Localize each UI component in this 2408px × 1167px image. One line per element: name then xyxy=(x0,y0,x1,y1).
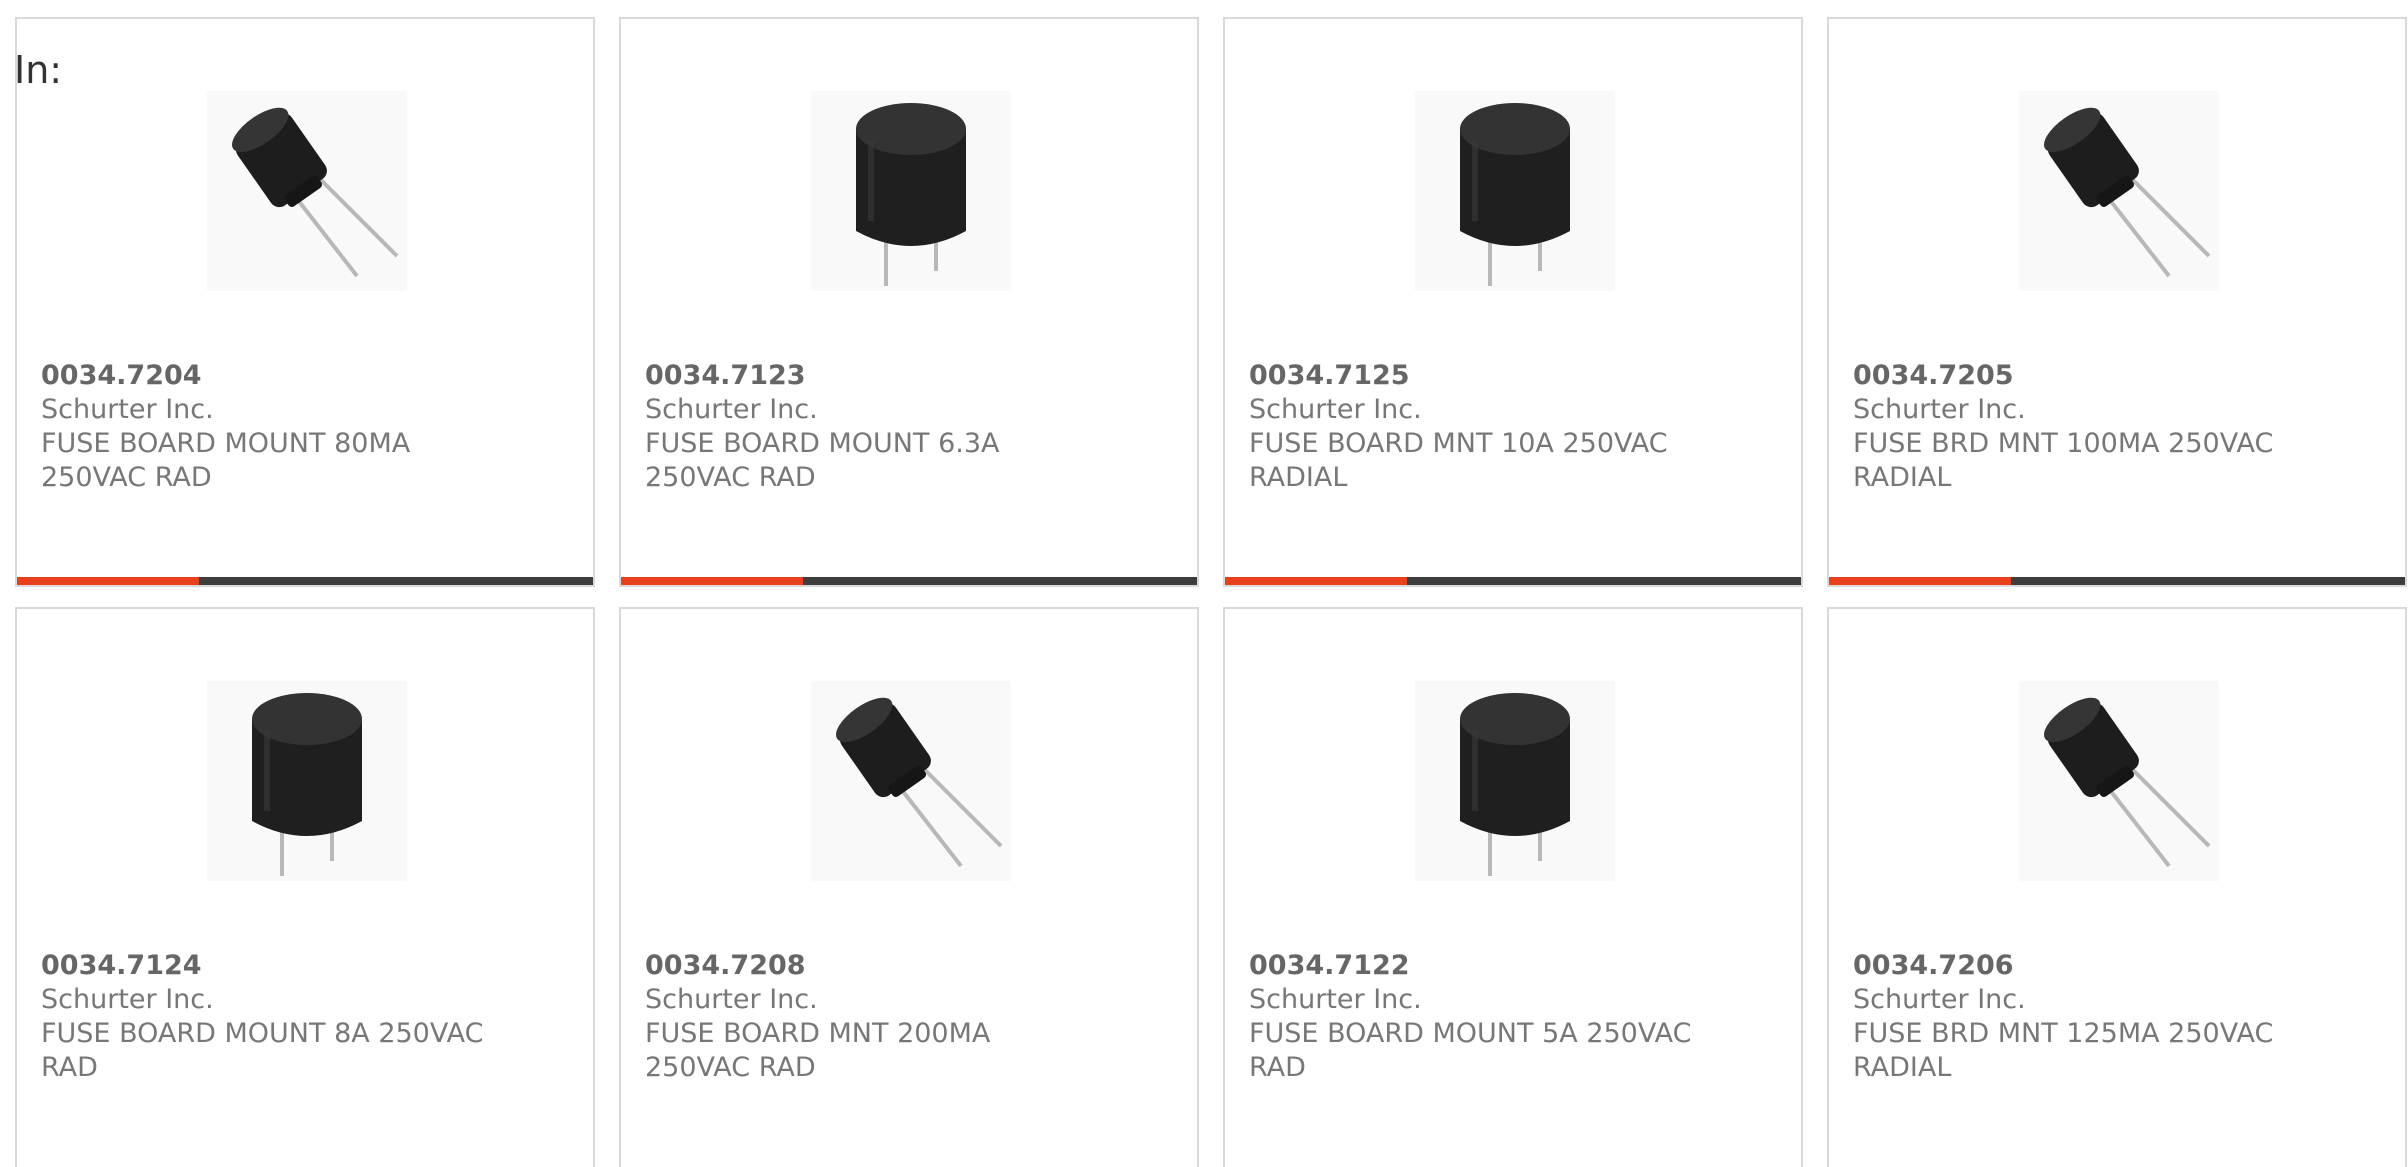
card-accent-bar xyxy=(1829,577,2011,585)
product-image[interactable] xyxy=(2019,91,2219,291)
part-number-link[interactable]: 0034.7124 xyxy=(41,949,491,983)
product-image[interactable] xyxy=(811,681,1011,881)
card-bottom-bar xyxy=(621,577,1197,585)
card-accent-bar xyxy=(1225,577,1407,585)
product-description: FUSE BOARD MNT 10A 250VAC RADIAL xyxy=(1249,428,1668,493)
product-description: FUSE BRD MNT 100MA 250VAC RADIAL xyxy=(1853,428,2274,493)
card-accent-bar xyxy=(17,577,199,585)
product-card[interactable]: 0034.7208 Schurter Inc. FUSE BOARD MNT 2… xyxy=(619,607,1199,1167)
product-image[interactable] xyxy=(1415,681,1615,881)
product-image[interactable] xyxy=(2019,681,2219,881)
fuse-angled-icon xyxy=(232,107,399,278)
fuse-upright-icon xyxy=(252,693,362,876)
product-card[interactable]: 0034.7124 Schurter Inc. FUSE BOARD MOUNT… xyxy=(15,607,595,1167)
card-accent-bar xyxy=(621,577,803,585)
part-number-link[interactable]: 0034.7205 xyxy=(1853,359,2303,393)
manufacturer: Schurter Inc. xyxy=(645,984,818,1015)
fuse-upright-icon xyxy=(856,103,966,286)
card-bottom-bar xyxy=(1225,577,1801,585)
fuse-upright-icon xyxy=(1460,103,1570,286)
product-card[interactable]: 0034.7123 Schurter Inc. FUSE BOARD MOUNT… xyxy=(619,17,1199,587)
product-image[interactable] xyxy=(811,91,1011,291)
product-card[interactable]: 0034.7125 Schurter Inc. FUSE BOARD MNT 1… xyxy=(1223,17,1803,587)
product-info: 0034.7124 Schurter Inc. FUSE BOARD MOUNT… xyxy=(41,949,491,1085)
product-description: FUSE BOARD MOUNT 80MA 250VAC RAD xyxy=(41,428,411,493)
product-grid: 0034.7204 Schurter Inc. FUSE BOARD MOUNT… xyxy=(15,17,2408,1167)
product-card[interactable]: 0034.7204 Schurter Inc. FUSE BOARD MOUNT… xyxy=(15,17,595,587)
product-image[interactable] xyxy=(207,681,407,881)
product-description: FUSE BRD MNT 125MA 250VAC RADIAL xyxy=(1853,1018,2274,1083)
product-image[interactable] xyxy=(207,91,407,291)
product-results-page: In: 0034.7204 Schurter Inc. FUSE BOARD M… xyxy=(0,0,2408,1167)
fuse-angled-icon xyxy=(836,697,1003,868)
product-card[interactable]: 0034.7206 Schurter Inc. FUSE BRD MNT 125… xyxy=(1827,607,2407,1167)
card-bottom-bar xyxy=(1829,577,2405,585)
product-info: 0034.7122 Schurter Inc. FUSE BOARD MOUNT… xyxy=(1249,949,1699,1085)
product-description: FUSE BOARD MOUNT 6.3A 250VAC RAD xyxy=(645,428,1000,493)
part-number-link[interactable]: 0034.7122 xyxy=(1249,949,1699,983)
part-number-link[interactable]: 0034.7123 xyxy=(645,359,1095,393)
part-number-link[interactable]: 0034.7204 xyxy=(41,359,491,393)
product-description: FUSE BOARD MNT 200MA 250VAC RAD xyxy=(645,1018,991,1083)
product-card[interactable]: 0034.7122 Schurter Inc. FUSE BOARD MOUNT… xyxy=(1223,607,1803,1167)
manufacturer: Schurter Inc. xyxy=(41,984,214,1015)
product-info: 0034.7125 Schurter Inc. FUSE BOARD MNT 1… xyxy=(1249,359,1699,495)
manufacturer: Schurter Inc. xyxy=(645,394,818,425)
product-info: 0034.7123 Schurter Inc. FUSE BOARD MOUNT… xyxy=(645,359,1095,495)
manufacturer: Schurter Inc. xyxy=(1249,984,1422,1015)
manufacturer: Schurter Inc. xyxy=(1853,984,2026,1015)
product-info: 0034.7204 Schurter Inc. FUSE BOARD MOUNT… xyxy=(41,359,491,495)
product-description: FUSE BOARD MOUNT 5A 250VAC RAD xyxy=(1249,1018,1692,1083)
manufacturer: Schurter Inc. xyxy=(41,394,214,425)
product-info: 0034.7208 Schurter Inc. FUSE BOARD MNT 2… xyxy=(645,949,1095,1085)
part-number-link[interactable]: 0034.7206 xyxy=(1853,949,2303,983)
product-info: 0034.7206 Schurter Inc. FUSE BRD MNT 125… xyxy=(1853,949,2303,1085)
product-info: 0034.7205 Schurter Inc. FUSE BRD MNT 100… xyxy=(1853,359,2303,495)
fuse-angled-icon xyxy=(2044,697,2211,868)
manufacturer: Schurter Inc. xyxy=(1853,394,2026,425)
product-description: FUSE BOARD MOUNT 8A 250VAC RAD xyxy=(41,1018,484,1083)
in-label: In: xyxy=(14,48,63,92)
part-number-link[interactable]: 0034.7208 xyxy=(645,949,1095,983)
manufacturer: Schurter Inc. xyxy=(1249,394,1422,425)
part-number-link[interactable]: 0034.7125 xyxy=(1249,359,1699,393)
card-bottom-bar xyxy=(17,577,593,585)
product-card[interactable]: 0034.7205 Schurter Inc. FUSE BRD MNT 100… xyxy=(1827,17,2407,587)
fuse-angled-icon xyxy=(2044,107,2211,278)
product-image[interactable] xyxy=(1415,91,1615,291)
fuse-upright-icon xyxy=(1460,693,1570,876)
